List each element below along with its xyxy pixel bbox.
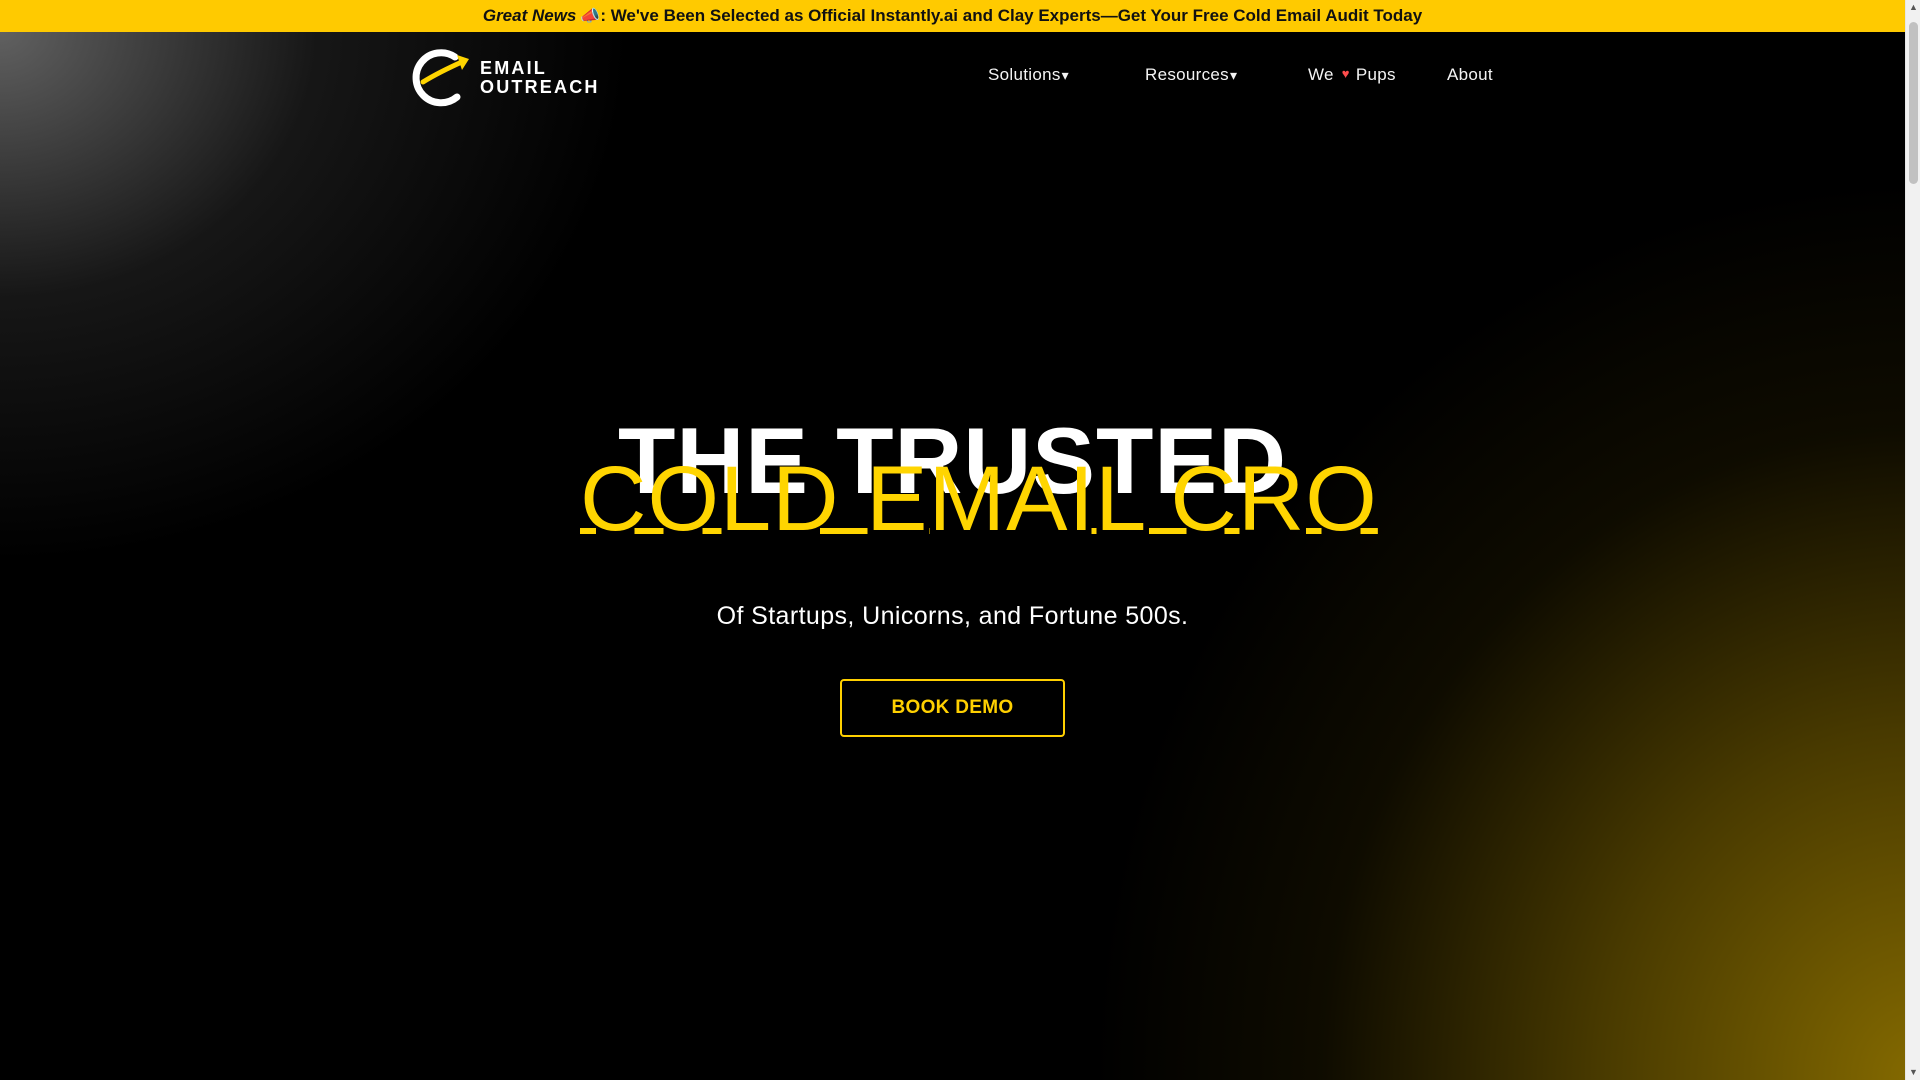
vertical-scrollbar[interactable]: ▲ ▼ xyxy=(1905,0,1920,1080)
hero-subtitle: Of Startups, Unicorns, and Fortune 500s. xyxy=(716,602,1189,630)
scrollbar-thumb[interactable] xyxy=(1909,22,1918,184)
book-demo-button[interactable]: BOOK DEMO xyxy=(840,679,1065,737)
page: Great News 📣: We've Been Selected as Offi… xyxy=(0,0,1920,1080)
hero-title-cold-email-cro: COLD EMAIL CRO xyxy=(580,448,1378,550)
scroll-up-arrow-icon[interactable]: ▲ xyxy=(1906,0,1920,15)
hero-section: THE TRUSTED COLD EMAIL CRO Of Startups, … xyxy=(0,0,1905,1080)
scroll-down-arrow-icon[interactable]: ▼ xyxy=(1906,1065,1920,1080)
